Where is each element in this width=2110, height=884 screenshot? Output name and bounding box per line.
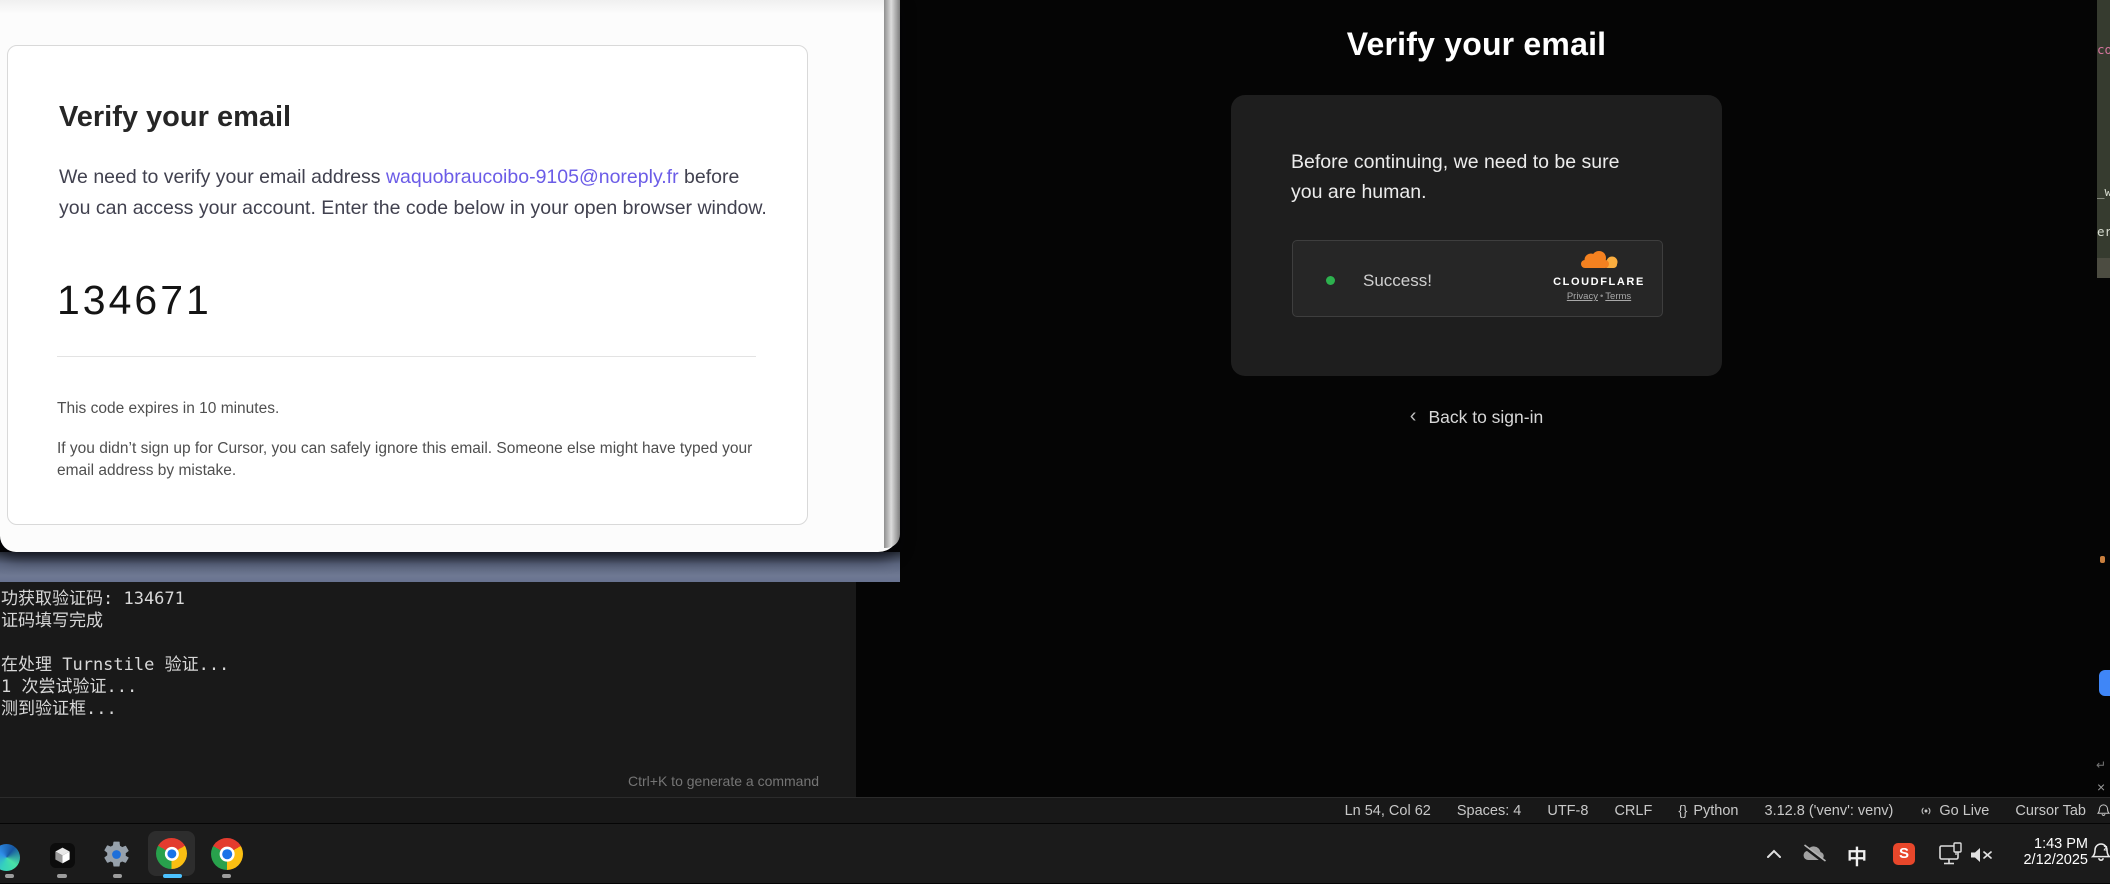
go-live-button[interactable]: Go Live xyxy=(1919,803,1989,819)
cloudflare-wordmark: CLOUDFLARE xyxy=(1549,276,1649,288)
running-indicator xyxy=(57,874,67,878)
edge-window-sliver xyxy=(2097,0,2110,258)
braces-icon: {} xyxy=(1678,803,1687,818)
running-indicator xyxy=(5,874,14,878)
terms-link[interactable]: Terms xyxy=(1605,291,1631,302)
sliver-text-fragment: _w xyxy=(2097,184,2110,199)
cursor-logo xyxy=(53,846,72,865)
edge-window-sliver-band xyxy=(2097,258,2110,278)
python-interpreter[interactable]: 3.12.8 ('venv': venv) xyxy=(1765,803,1894,819)
clock-date: 2/12/2025 xyxy=(2000,852,2088,868)
close-icon[interactable]: × xyxy=(2097,779,2105,795)
running-indicator xyxy=(222,874,231,878)
terminal-line: 测到验证框... xyxy=(1,694,117,719)
go-live-label: Go Live xyxy=(1939,803,1989,819)
ime-chinese-indicator[interactable]: 中 xyxy=(1847,841,1867,870)
divider xyxy=(57,356,756,357)
volume-muted-icon[interactable] xyxy=(1970,847,1993,868)
tray-chevron-up-icon[interactable] xyxy=(1766,846,1782,864)
eol-indicator[interactable]: CRLF xyxy=(1614,803,1652,819)
language-label: Python xyxy=(1693,803,1738,819)
running-indicator xyxy=(113,874,122,878)
sliver-blue-button[interactable] xyxy=(2099,670,2110,696)
broadcast-icon xyxy=(1919,804,1933,818)
turnstile-links: Privacy•Terms xyxy=(1549,291,1649,302)
terminal-panel[interactable]: 功获取验证码: 134671 证码填写完成 在处理 Turnstile 验证..… xyxy=(0,582,856,797)
cloudflare-branding: CLOUDFLARE Privacy•Terms xyxy=(1549,250,1649,302)
body-before-link: We need to verify your email address xyxy=(59,166,386,188)
email-address-link[interactable]: waquobraucoibo-9105@noreply.fr xyxy=(386,166,679,188)
ctrl-k-hint: Ctrl+K to generate a command xyxy=(628,773,819,789)
back-to-signin-label: Back to sign-in xyxy=(1428,407,1543,427)
edge-browser-icon[interactable] xyxy=(0,844,20,871)
display-project-icon[interactable] xyxy=(1938,842,1964,872)
notifications-bell-icon[interactable] xyxy=(2096,803,2110,823)
onedrive-paused-icon[interactable] xyxy=(1800,844,1827,869)
verification-code: 134671 xyxy=(57,277,212,324)
turnstile-status: Success! xyxy=(1363,271,1432,291)
verification-card xyxy=(1231,95,1722,376)
verification-subtitle: Before continuing, we need to be sure yo… xyxy=(1291,147,1643,207)
disclaimer-note: If you didn’t sign up for Cursor, you ca… xyxy=(57,438,759,481)
language-mode[interactable]: {} Python xyxy=(1678,803,1738,819)
settings-gear-icon[interactable] xyxy=(101,839,132,875)
privacy-link[interactable]: Privacy xyxy=(1567,291,1598,302)
chrome-icon xyxy=(156,838,187,869)
taskbar-clock[interactable]: 1:43 PM 2/12/2025 xyxy=(2000,836,2088,868)
clock-time: 1:43 PM xyxy=(2000,836,2088,852)
chrome-browser-icon[interactable] xyxy=(211,838,243,870)
sliver-orange-dot xyxy=(2100,556,2105,563)
taskbar: 中 S xyxy=(0,823,2110,883)
focus-assist-bell-icon[interactable]: z xyxy=(2089,841,2110,870)
svg-text:z: z xyxy=(2103,843,2107,853)
email-body-text: We need to verify your email address waq… xyxy=(59,162,771,223)
page-title: Verify your email xyxy=(1231,26,1722,63)
expiry-note: This code expires in 10 minutes. xyxy=(57,400,279,418)
terminal-line: 证码填写完成 xyxy=(1,606,103,631)
chrome-active-app[interactable] xyxy=(148,831,195,876)
cursor-app-icon[interactable] xyxy=(50,843,75,868)
cloudflare-cloud-icon xyxy=(1577,250,1621,270)
success-dot-icon xyxy=(1326,276,1335,285)
email-heading: Verify your email xyxy=(59,101,291,134)
sliver-text-fragment: er xyxy=(2097,224,2110,239)
sliver-text-fragment: co xyxy=(2097,42,2110,57)
status-bar: Ln 54, Col 62 Spaces: 4 UTF-8 CRLF {} Py… xyxy=(0,797,2110,823)
return-icon: ↵ xyxy=(2096,758,2106,772)
cursor-position-indicator[interactable]: Ln 54, Col 62 xyxy=(1345,803,1431,819)
indentation-indicator[interactable]: Spaces: 4 xyxy=(1457,803,1522,819)
email-window-bottom-band xyxy=(0,552,900,582)
back-to-signin-link[interactable]: ‹ Back to sign-in xyxy=(1231,406,1722,429)
chevron-left-icon: ‹ xyxy=(1410,405,1417,428)
sogou-input-icon[interactable]: S xyxy=(1893,843,1915,865)
active-window-indicator xyxy=(163,874,182,878)
cursor-tab-toggle[interactable]: Cursor Tab xyxy=(2015,803,2086,819)
email-window-scrollbar-edge[interactable] xyxy=(884,0,900,548)
encoding-indicator[interactable]: UTF-8 xyxy=(1547,803,1588,819)
